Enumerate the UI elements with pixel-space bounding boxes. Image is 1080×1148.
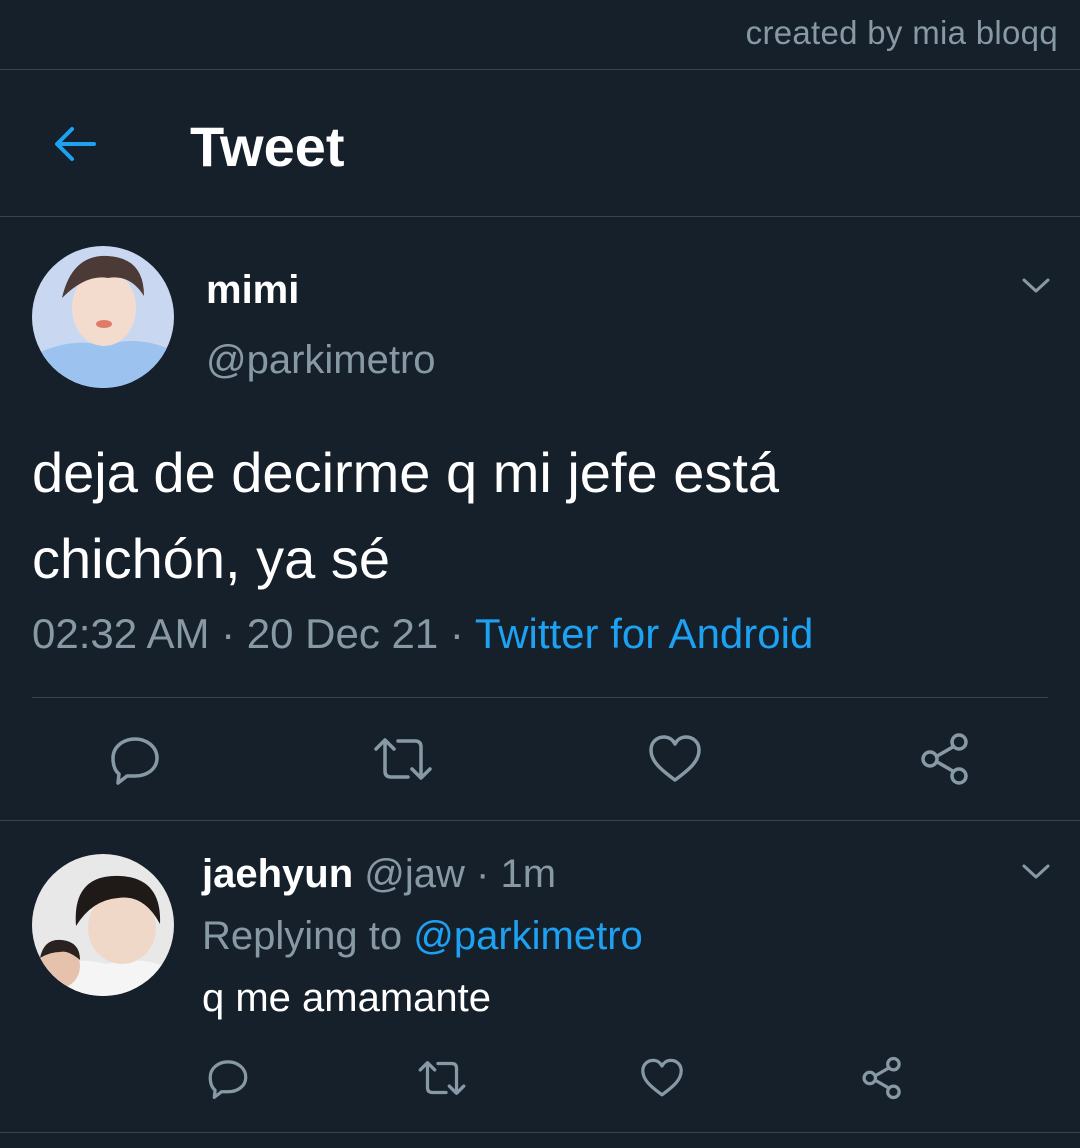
- chevron-down-icon: [1022, 278, 1050, 293]
- display-name[interactable]: jaehyun: [202, 852, 353, 896]
- username[interactable]: @jaw: [364, 852, 465, 896]
- tweet-text: deja de decirme q mi jefe está chichón, …: [32, 430, 1032, 602]
- meta-separator: ·: [464, 852, 501, 896]
- divider: [32, 697, 1048, 698]
- share-icon: [862, 1056, 901, 1100]
- heart-icon: [641, 1058, 683, 1097]
- divider: [0, 820, 1080, 821]
- watermark: created by mia bloqq: [745, 14, 1058, 51]
- like-button[interactable]: [634, 1052, 690, 1104]
- replying-to-label: Replying to: [202, 914, 414, 958]
- reply-button[interactable]: [100, 728, 170, 790]
- reply-text: q me amamante: [202, 976, 492, 1020]
- reply-header: jaehyun @jaw · 1m: [202, 852, 556, 897]
- meta-separator: ·: [209, 610, 247, 657]
- reply-icon: [208, 1060, 248, 1099]
- reply-icon: [111, 737, 159, 785]
- divider: [0, 216, 1080, 217]
- tweet-date: 20 Dec 21: [246, 610, 439, 657]
- tweet-text-line: chichón, ya sé: [32, 527, 390, 590]
- more-options-button[interactable]: [1016, 266, 1056, 306]
- mention-link[interactable]: @parkimetro: [413, 914, 643, 958]
- replying-to: Replying to @parkimetro: [202, 914, 643, 959]
- share-button[interactable]: [854, 1052, 910, 1104]
- share-icon: [921, 733, 968, 785]
- more-options-button[interactable]: [1016, 852, 1056, 892]
- divider: [0, 1132, 1080, 1133]
- display-name[interactable]: mimi: [206, 268, 299, 313]
- avatar-image: [32, 246, 174, 388]
- like-button[interactable]: [640, 728, 710, 790]
- share-button[interactable]: [910, 728, 980, 790]
- reply-time: 1m: [500, 852, 557, 896]
- tweet-source-link[interactable]: Twitter for Android: [475, 610, 813, 657]
- username[interactable]: @parkimetro: [206, 338, 436, 383]
- arrow-left-icon: [55, 127, 96, 161]
- meta-separator: ·: [438, 610, 475, 657]
- page-title: Tweet: [190, 115, 345, 178]
- tweet-detail-screen: created by mia bloqq Tweet mimi @parkime…: [0, 0, 1080, 1148]
- retweet-button[interactable]: [368, 728, 438, 790]
- tweet-meta: 02:32 AM · 20 Dec 21 · Twitter for Andro…: [32, 610, 813, 658]
- back-button[interactable]: [46, 116, 102, 172]
- reply-button[interactable]: [200, 1052, 256, 1104]
- chevron-down-icon: [1022, 864, 1050, 879]
- avatar[interactable]: [32, 854, 174, 996]
- retweet-button[interactable]: [414, 1052, 470, 1104]
- tweet-text-line: deja de decirme q mi jefe está: [32, 441, 780, 504]
- retweet-icon: [418, 1061, 466, 1095]
- heart-icon: [649, 735, 701, 782]
- avatar[interactable]: [32, 246, 174, 388]
- divider: [0, 69, 1080, 70]
- tweet-time: 02:32 AM: [32, 610, 210, 657]
- avatar-image: [32, 854, 174, 996]
- retweet-icon: [374, 738, 432, 780]
